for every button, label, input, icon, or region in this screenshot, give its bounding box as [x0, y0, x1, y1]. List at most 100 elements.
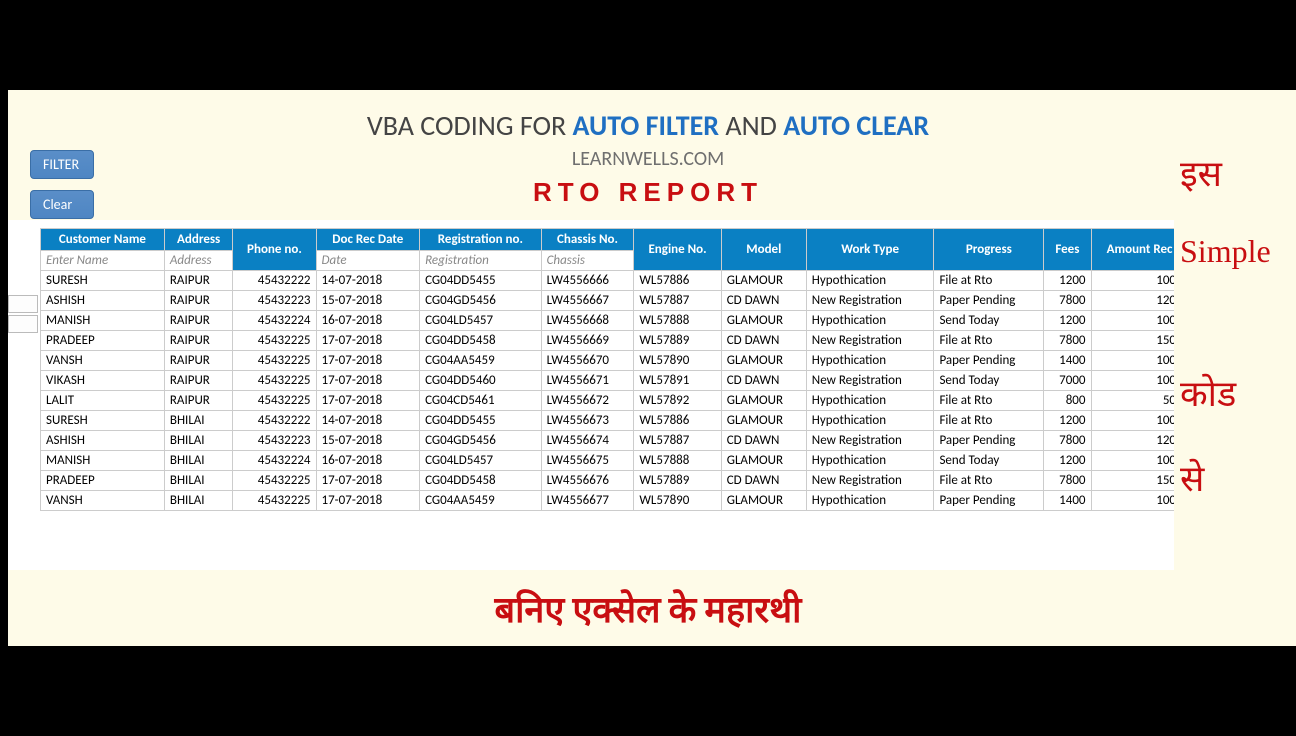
- table-row[interactable]: VANSHBHILAI4543222517-07-2018CG04AA5459L…: [41, 491, 1256, 511]
- cell[interactable]: CG04DD5460: [420, 371, 542, 391]
- table-row[interactable]: MANISHBHILAI4543222416-07-2018CG04LD5457…: [41, 451, 1256, 471]
- cell[interactable]: GLAMOUR: [721, 411, 806, 431]
- filter-registration[interactable]: Registration: [420, 251, 542, 271]
- cell[interactable]: MANISH: [41, 311, 165, 331]
- cell[interactable]: RAIPUR: [164, 331, 233, 351]
- cell[interactable]: LW4556668: [541, 311, 634, 331]
- table-row[interactable]: SURESHBHILAI4543222214-07-2018CG04DD5455…: [41, 411, 1256, 431]
- table-row[interactable]: VANSHRAIPUR4543222517-07-2018CG04AA5459L…: [41, 351, 1256, 371]
- cell[interactable]: WL57892: [634, 391, 721, 411]
- cell[interactable]: 16-07-2018: [316, 451, 420, 471]
- cell[interactable]: RAIPUR: [164, 351, 233, 371]
- cell[interactable]: Paper Pending: [934, 351, 1044, 371]
- cell[interactable]: 45432225: [233, 471, 316, 491]
- cell[interactable]: 1200: [1044, 311, 1091, 331]
- cell[interactable]: 1400: [1044, 351, 1091, 371]
- cell[interactable]: Hypothication: [806, 491, 934, 511]
- cell[interactable]: CG04GD5456: [420, 291, 542, 311]
- cell[interactable]: New Registration: [806, 431, 934, 451]
- col-header[interactable]: Chassis No.: [541, 229, 634, 251]
- cell[interactable]: LW4556671: [541, 371, 634, 391]
- cell[interactable]: 45432225: [233, 391, 316, 411]
- cell[interactable]: 45432225: [233, 331, 316, 351]
- cell[interactable]: 7800: [1044, 331, 1091, 351]
- cell[interactable]: File at Rto: [934, 471, 1044, 491]
- cell[interactable]: File at Rto: [934, 331, 1044, 351]
- cell[interactable]: WL57886: [634, 411, 721, 431]
- cell[interactable]: New Registration: [806, 471, 934, 491]
- col-header[interactable]: Progress: [934, 229, 1044, 271]
- cell[interactable]: Hypothication: [806, 311, 934, 331]
- cell[interactable]: 45432222: [233, 271, 316, 291]
- cell[interactable]: CG04AA5459: [420, 351, 542, 371]
- cell[interactable]: Paper Pending: [934, 431, 1044, 451]
- cell[interactable]: CG04CD5461: [420, 391, 542, 411]
- cell[interactable]: BHILAI: [164, 491, 233, 511]
- cell[interactable]: Send Today: [934, 311, 1044, 331]
- cell[interactable]: LW4556666: [541, 271, 634, 291]
- cell[interactable]: 45432223: [233, 431, 316, 451]
- cell[interactable]: LW4556675: [541, 451, 634, 471]
- table-row[interactable]: MANISHRAIPUR4543222416-07-2018CG04LD5457…: [41, 311, 1256, 331]
- cell[interactable]: WL57887: [634, 291, 721, 311]
- cell[interactable]: 7800: [1044, 471, 1091, 491]
- cell[interactable]: 45432225: [233, 491, 316, 511]
- cell[interactable]: 17-07-2018: [316, 391, 420, 411]
- cell[interactable]: 45432224: [233, 451, 316, 471]
- cell[interactable]: 17-07-2018: [316, 371, 420, 391]
- col-header[interactable]: Phone no.: [233, 229, 316, 271]
- cell[interactable]: WL57888: [634, 311, 721, 331]
- cell[interactable]: WL57886: [634, 271, 721, 291]
- cell[interactable]: 14-07-2018: [316, 271, 420, 291]
- table-row[interactable]: VIKASHRAIPUR4543222517-07-2018CG04DD5460…: [41, 371, 1256, 391]
- cell[interactable]: CG04DD5458: [420, 471, 542, 491]
- cell[interactable]: WL57890: [634, 351, 721, 371]
- cell[interactable]: CD DAWN: [721, 371, 806, 391]
- cell[interactable]: RAIPUR: [164, 391, 233, 411]
- cell[interactable]: 45432223: [233, 291, 316, 311]
- cell[interactable]: WL57889: [634, 331, 721, 351]
- col-header[interactable]: Model: [721, 229, 806, 271]
- row-selector-icon[interactable]: [8, 295, 38, 313]
- cell[interactable]: 800: [1044, 391, 1091, 411]
- cell[interactable]: GLAMOUR: [721, 311, 806, 331]
- cell[interactable]: CD DAWN: [721, 291, 806, 311]
- cell[interactable]: LW4556669: [541, 331, 634, 351]
- cell[interactable]: 1200: [1044, 411, 1091, 431]
- cell[interactable]: CG04AA5459: [420, 491, 542, 511]
- cell[interactable]: File at Rto: [934, 271, 1044, 291]
- filter-name[interactable]: Enter Name: [41, 251, 165, 271]
- cell[interactable]: LW4556676: [541, 471, 634, 491]
- cell[interactable]: BHILAI: [164, 411, 233, 431]
- col-header[interactable]: Fees: [1044, 229, 1091, 271]
- table-row[interactable]: ASHISHBHILAI4543222315-07-2018CG04GD5456…: [41, 431, 1256, 451]
- cell[interactable]: CD DAWN: [721, 431, 806, 451]
- cell[interactable]: Hypothication: [806, 351, 934, 371]
- cell[interactable]: RAIPUR: [164, 311, 233, 331]
- cell[interactable]: New Registration: [806, 371, 934, 391]
- cell[interactable]: MANISH: [41, 451, 165, 471]
- cell[interactable]: BHILAI: [164, 431, 233, 451]
- cell[interactable]: Send Today: [934, 371, 1044, 391]
- cell[interactable]: PRADEEP: [41, 471, 165, 491]
- cell[interactable]: Send Today: [934, 451, 1044, 471]
- cell[interactable]: LALIT: [41, 391, 165, 411]
- col-header[interactable]: Work Type: [806, 229, 934, 271]
- cell[interactable]: SURESH: [41, 271, 165, 291]
- cell[interactable]: New Registration: [806, 291, 934, 311]
- cell[interactable]: CG04DD5455: [420, 271, 542, 291]
- cell[interactable]: 45432224: [233, 311, 316, 331]
- cell[interactable]: WL57888: [634, 451, 721, 471]
- cell[interactable]: Hypothication: [806, 411, 934, 431]
- cell[interactable]: ASHISH: [41, 431, 165, 451]
- cell[interactable]: File at Rto: [934, 411, 1044, 431]
- col-header[interactable]: Engine No.: [634, 229, 721, 271]
- filter-date[interactable]: Date: [316, 251, 420, 271]
- cell[interactable]: 7800: [1044, 291, 1091, 311]
- cell[interactable]: 1200: [1044, 451, 1091, 471]
- cell[interactable]: RAIPUR: [164, 291, 233, 311]
- cell[interactable]: 16-07-2018: [316, 311, 420, 331]
- cell[interactable]: SURESH: [41, 411, 165, 431]
- cell[interactable]: Hypothication: [806, 391, 934, 411]
- cell[interactable]: CG04DD5455: [420, 411, 542, 431]
